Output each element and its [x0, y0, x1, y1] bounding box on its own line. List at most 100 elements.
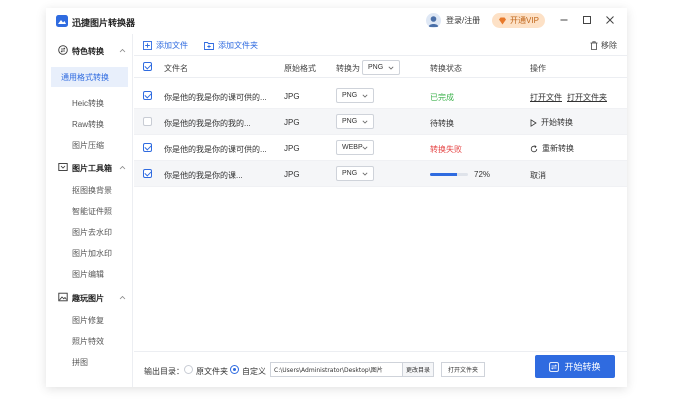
sidebar-section-label: 图片工具箱: [72, 164, 112, 173]
output-path-input[interactable]: C:\Users\Administrator\Desktop\图片: [270, 362, 402, 377]
play-icon: [530, 118, 537, 127]
status-text: 待转换: [430, 119, 454, 128]
file-name: 你是他的我是你的课可供的...: [164, 93, 267, 102]
sidebar: 特色转换 通用格式转换 Heic转换 Raw转换 图片压缩 图片工具箱 抠图换背…: [46, 34, 133, 387]
add-file-icon: [143, 41, 152, 50]
app-logo-icon: [56, 15, 68, 27]
retry-convert-action[interactable]: 重新转换: [530, 143, 574, 154]
sidebar-item-remove-watermark[interactable]: 图片去水印: [54, 222, 133, 242]
chevron-down-icon: [362, 120, 368, 124]
user-login[interactable]: 登录/注册: [426, 13, 480, 28]
sidebar-item-collage[interactable]: 拼图: [54, 352, 133, 372]
trash-icon: [590, 41, 598, 50]
start-convert-action[interactable]: 开始转换: [530, 117, 573, 128]
chevron-down-icon: [362, 172, 368, 176]
vip-label: 开通VIP: [510, 16, 539, 25]
radio-original-folder[interactable]: [184, 365, 193, 374]
sidebar-item-compress[interactable]: 图片压缩: [54, 135, 133, 155]
vip-button[interactable]: 开通VIP: [492, 13, 545, 28]
add-folder-button[interactable]: 添加文件夹: [204, 40, 258, 51]
table-row[interactable]: 你是他的我是你的课可供的... JPG WEBP 转换失败 重新转换: [134, 135, 627, 161]
chevron-down-icon: [362, 94, 368, 98]
login-link[interactable]: 登录/注册: [446, 15, 480, 26]
col-header-status: 转换状态: [430, 64, 462, 73]
radio-custom-label[interactable]: 自定义: [242, 366, 266, 377]
minimize-button[interactable]: [558, 14, 570, 26]
main-panel: 添加文件 添加文件夹 移除 文件名 原始格式 转换为 PNG 转换状态 操作 你…: [134, 34, 627, 387]
target-format-select[interactable]: PNG: [336, 114, 374, 129]
remove-label: 移除: [601, 41, 617, 50]
col-header-format: 原始格式: [284, 64, 316, 73]
add-file-button[interactable]: 添加文件: [143, 40, 188, 51]
chevron-down-icon: [362, 146, 368, 150]
file-format: JPG: [284, 118, 300, 127]
avatar[interactable]: [426, 13, 441, 28]
radio-custom-folder[interactable]: [230, 365, 239, 374]
sidebar-item-general-convert[interactable]: 通用格式转换: [51, 67, 128, 87]
col-header-name: 文件名: [164, 64, 188, 73]
file-name: 你是他的我是你的课可供的...: [164, 145, 267, 154]
table-row[interactable]: 你是他的我是你的课... JPG PNG 72% 取消: [134, 161, 627, 187]
app-window: 迅捷图片转换器 登录/注册 开通VIP 特色转换 通用格式转换 Heic转换 R…: [46, 8, 627, 387]
sidebar-item-heic[interactable]: Heic转换: [54, 93, 133, 113]
chevron-up-icon: [119, 48, 126, 53]
title-bar: 迅捷图片转换器 登录/注册 开通VIP: [46, 8, 627, 34]
row-checkbox[interactable]: [143, 117, 152, 126]
diamond-icon: [499, 17, 507, 24]
image-icon: [58, 292, 68, 302]
open-file-link[interactable]: 打开文件: [530, 92, 562, 103]
remove-button[interactable]: 移除: [590, 40, 617, 51]
progress-percent: 72%: [474, 170, 491, 179]
file-format: JPG: [284, 170, 300, 179]
target-format-value: PNG: [342, 170, 358, 177]
target-format-select[interactable]: PNG: [336, 88, 374, 103]
convert-icon: [549, 361, 560, 372]
table-row[interactable]: 你是他的我是你的我的... JPG PNG 待转换 开始转换: [134, 109, 627, 135]
target-format-value: PNG: [342, 118, 358, 125]
sidebar-section-featured[interactable]: 特色转换: [46, 44, 133, 58]
sidebar-item-edit[interactable]: 图片编辑: [54, 264, 133, 284]
start-convert-button[interactable]: 开始转换: [535, 355, 615, 378]
sidebar-section-fun[interactable]: 趣玩图片: [46, 291, 133, 305]
sidebar-item-add-watermark[interactable]: 图片加水印: [54, 243, 133, 263]
toolbar: 添加文件 添加文件夹 移除: [134, 34, 627, 56]
open-folder-link[interactable]: 打开文件夹: [567, 92, 607, 103]
start-convert-label: 开始转换: [541, 118, 573, 127]
table-header: 文件名 原始格式 转换为 PNG 转换状态 操作: [134, 56, 627, 78]
target-format-select[interactable]: PNG: [336, 166, 374, 181]
row-checkbox[interactable]: [143, 91, 152, 100]
table-row[interactable]: 你是他的我是你的课可供的... JPG PNG 已完成 打开文件 打开文件夹: [134, 83, 627, 109]
batch-format-value: PNG: [368, 64, 384, 71]
select-all-checkbox[interactable]: [143, 62, 152, 71]
chevron-down-icon: [388, 66, 394, 70]
start-convert-button-label: 开始转换: [564, 362, 601, 372]
sidebar-item-cutout[interactable]: 抠图换背景: [54, 180, 133, 200]
sidebar-item-repair[interactable]: 图片修复: [54, 310, 133, 330]
row-checkbox[interactable]: [143, 143, 152, 152]
row-checkbox[interactable]: [143, 169, 152, 178]
output-dir-label: 输出目录：: [144, 367, 184, 376]
maximize-button[interactable]: [581, 14, 593, 26]
batch-format-select[interactable]: PNG: [362, 60, 400, 75]
target-format-select[interactable]: WEBP: [336, 140, 374, 155]
refresh-icon: [530, 144, 538, 152]
chevron-up-icon: [119, 165, 126, 170]
sidebar-section-label: 特色转换: [72, 47, 104, 56]
close-button[interactable]: [604, 14, 616, 26]
sidebar-item-effects[interactable]: 照片特效: [54, 331, 133, 351]
app-title: 迅捷图片转换器: [72, 18, 136, 28]
cancel-action[interactable]: 取消: [530, 170, 546, 181]
sidebar-item-raw[interactable]: Raw转换: [54, 114, 133, 134]
user-avatar-icon: [428, 16, 439, 27]
change-dir-button[interactable]: 更改目录: [402, 362, 434, 377]
col-header-actions: 操作: [530, 64, 546, 73]
file-name: 你是他的我是你的课...: [164, 171, 243, 180]
sidebar-section-label: 趣玩图片: [72, 294, 104, 303]
sidebar-section-toolbox[interactable]: 图片工具箱: [46, 161, 133, 175]
radio-original-label[interactable]: 原文件夹: [196, 366, 228, 377]
target-format-value: WEBP: [342, 144, 363, 151]
sidebar-item-id-photo[interactable]: 智能证件照: [54, 201, 133, 221]
chevron-up-icon: [119, 295, 126, 300]
minimize-icon: [560, 19, 568, 21]
open-folder-button[interactable]: 打开文件夹: [441, 362, 485, 377]
